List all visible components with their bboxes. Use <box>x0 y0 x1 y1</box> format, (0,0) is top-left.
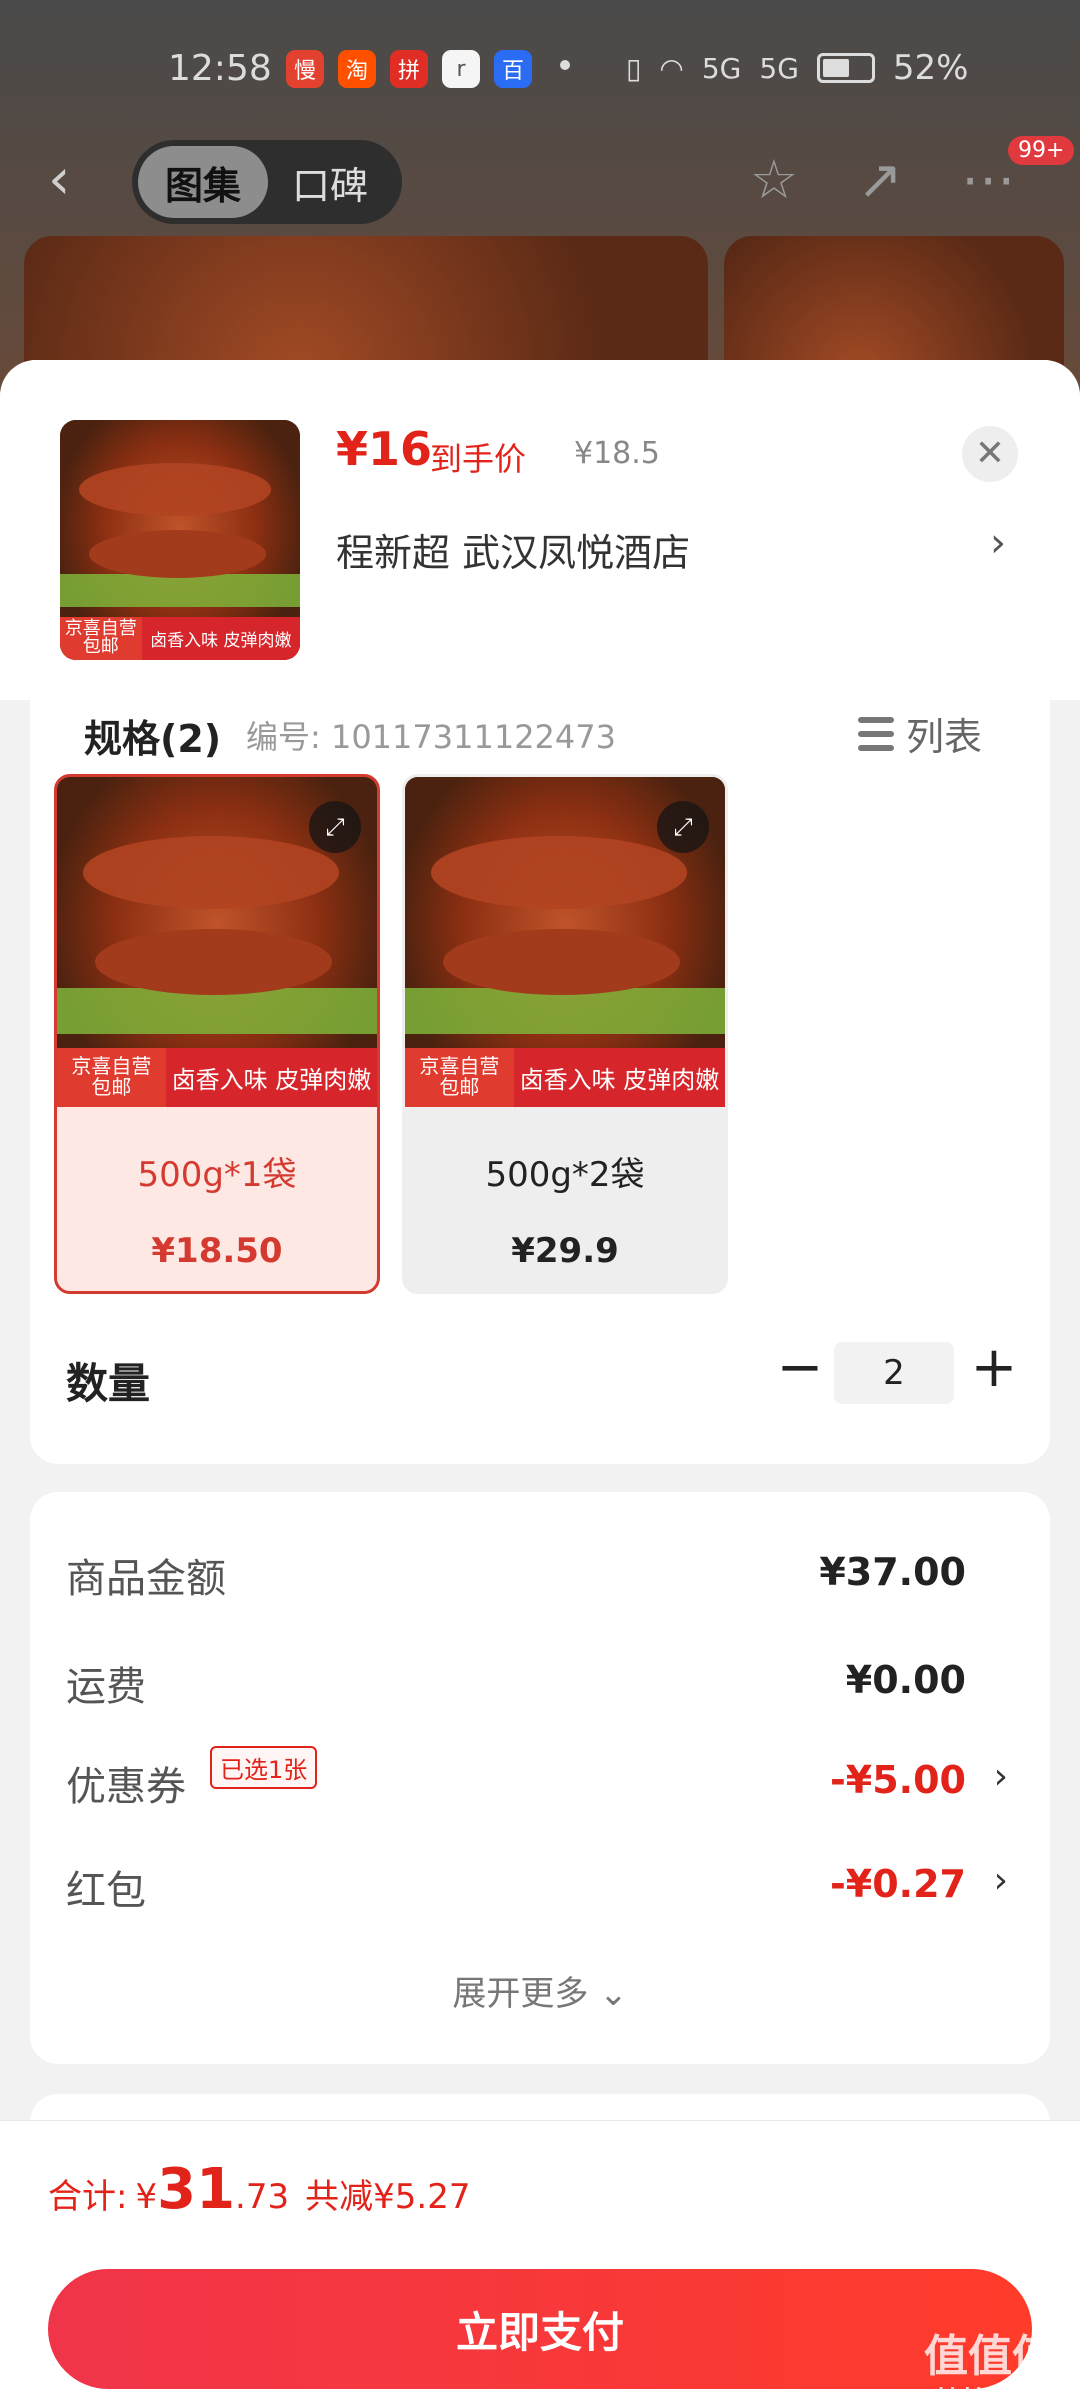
order-total: 合计: ¥ 31 .73 共减¥5.27 <box>48 2157 470 2222</box>
chevron-right-icon[interactable]: › <box>994 1860 1008 1901</box>
free-shipping-tag: 包邮 <box>82 636 119 658</box>
coupon-value[interactable]: -¥5.00 <box>830 1758 966 1802</box>
vibrate-icon: ▯ <box>626 51 642 85</box>
system-indicators: ▯ ◠ 5G 5G 52% <box>626 48 968 88</box>
spec-option-label: 500g*1袋 <box>137 1155 297 1195</box>
list-view-toggle[interactable]: 列表 <box>858 706 982 761</box>
list-view-label: 列表 <box>906 715 983 759</box>
spec-option-2[interactable]: 京喜自营 包邮 卤香入味 皮弹肉嫩 ⤢ 500g*2袋 ¥29.9 <box>402 774 728 1294</box>
signal-icon: 5G <box>701 51 742 85</box>
self-operated-tag: 京喜自营 <box>71 1054 152 1079</box>
promo-slogan: 卤香入味 皮弹肉嫩 <box>150 630 292 651</box>
list-icon <box>858 716 894 751</box>
manmanbuy-icon: 慢 <box>286 50 324 88</box>
original-price: ¥18.5 <box>574 436 660 471</box>
favorite-star-icon[interactable]: ☆ <box>742 148 806 212</box>
clock: 12:58 <box>168 48 272 89</box>
product-thumbnail[interactable]: 京喜自营 包邮 卤香入味 皮弹肉嫩 <box>60 420 300 660</box>
spec-option-image: 京喜自营 包邮 卤香入味 皮弹肉嫩 ⤢ <box>405 777 725 1107</box>
expand-image-icon[interactable]: ⤢ <box>309 801 361 853</box>
more-notifications-dot <box>560 60 570 70</box>
coupon-selected-badge: 已选1张 <box>210 1746 318 1789</box>
checkout-footer: 合计: ¥ 31 .73 共减¥5.27 立即支付 <box>0 2120 1080 2400</box>
message-badge: 99+ <box>1008 136 1075 165</box>
spec-option-image: 京喜自营 包邮 卤香入味 皮弹肉嫩 ⤢ <box>57 777 377 1107</box>
status-bar: 12:58 慢 淘 拼 r 百 ▯ ◠ 5G 5G 52% <box>0 40 1080 104</box>
total-decimal: .73 <box>235 2177 290 2217</box>
top-bar: ‹ 图集 口碑 ☆ ↗ ⋯ 99+ <box>0 136 1080 224</box>
tab-reviews[interactable]: 口碑 <box>268 146 392 218</box>
close-icon[interactable]: ✕ <box>962 426 1018 482</box>
chevron-right-icon[interactable]: › <box>994 1756 1008 1797</box>
promo-slogan: 卤香入味 皮弹肉嫩 <box>519 1065 720 1094</box>
watermark: 值值值 zhizhizhi.com <box>924 2331 1056 2400</box>
total-discount: 共减¥5.27 <box>305 2177 471 2217</box>
spec-option-1[interactable]: 京喜自营 包邮 卤香入味 皮弹肉嫩 ⤢ 500g*1袋 ¥18.50 <box>54 774 380 1294</box>
chevron-right-icon[interactable]: › <box>990 520 1006 566</box>
promo-strip: 京喜自营 包邮 卤香入味 皮弹肉嫩 <box>405 1047 725 1107</box>
spec-section: 规格(2) 编号: 10117311122473 列表 京喜自营 包邮 卤香入味… <box>30 690 1050 1464</box>
expand-image-icon[interactable]: ⤢ <box>657 801 709 853</box>
product-header: 京喜自营 包邮 卤香入味 皮弹肉嫩 ¥16 到手价 ¥18.5 ✕ 程新超 武汉… <box>0 360 1080 700</box>
red-packet-label[interactable]: 红包 <box>66 1858 146 1916</box>
subtotal-value: ¥37.00 <box>819 1550 966 1594</box>
wifi-icon: ◠ <box>659 51 684 85</box>
promo-strip: 京喜自营 包邮 卤香入味 皮弹肉嫩 <box>57 1047 377 1107</box>
quantity-input[interactable]: 2 <box>834 1342 954 1404</box>
red-packet-value[interactable]: -¥0.27 <box>830 1862 966 1906</box>
spec-title: 规格(2) <box>84 717 222 761</box>
total-integer: 31 <box>157 2157 236 2222</box>
subtotal-label: 商品金额 <box>66 1556 226 1602</box>
self-operated-tag: 京喜自营 <box>419 1054 500 1079</box>
final-price-label: 到手价 <box>430 440 527 478</box>
coupon-label[interactable]: 优惠券 <box>66 1754 186 1812</box>
free-shipping-tag: 包邮 <box>439 1075 480 1100</box>
quantity-label: 数量 <box>66 1359 151 1408</box>
total-currency: ¥ <box>135 2177 158 2217</box>
quantity-increase-button[interactable]: + <box>964 1340 1024 1400</box>
expand-more-link[interactable]: 展开更多 ⌄ <box>30 1966 1050 2015</box>
baidu-icon: 百 <box>494 50 532 88</box>
share-icon[interactable]: ↗ <box>848 148 912 212</box>
realme-icon: r <box>442 50 480 88</box>
tab-gallery[interactable]: 图集 <box>138 146 268 218</box>
promo-slogan: 卤香入味 皮弹肉嫩 <box>171 1065 372 1094</box>
signal-icon-2: 5G <box>759 51 799 85</box>
notification-icons: 慢 淘 拼 r 百 <box>286 50 532 88</box>
product-number: 编号: 10117311122473 <box>246 718 616 756</box>
shop-name[interactable]: 程新超 武汉凤悦酒店 <box>336 522 690 577</box>
spec-option-label: 500g*2袋 <box>485 1155 645 1195</box>
final-price: ¥16 <box>336 422 433 476</box>
pay-now-button[interactable]: 立即支付 <box>48 2269 1032 2389</box>
battery-percent: 52% <box>892 48 969 88</box>
shipping-value: ¥0.00 <box>845 1658 966 1702</box>
app-icon: 拼 <box>390 50 428 88</box>
cost-breakdown: 商品金额 ¥37.00 运费 ¥0.00 优惠券 已选1张 -¥5.00 › 红… <box>30 1492 1050 2064</box>
purchase-sheet: 京喜自营 包邮 卤香入味 皮弹肉嫩 ¥16 到手价 ¥18.5 ✕ 程新超 武汉… <box>0 360 1080 2400</box>
view-switch: 图集 口碑 <box>132 140 402 224</box>
total-label: 合计: <box>48 2177 128 2217</box>
spec-option-price: ¥29.9 <box>511 1231 619 1271</box>
quantity-decrease-button[interactable]: − <box>770 1340 830 1400</box>
battery-icon <box>816 53 875 83</box>
back-icon[interactable]: ‹ <box>48 150 108 210</box>
taobao-icon: 淘 <box>338 50 376 88</box>
spec-option-price: ¥18.50 <box>151 1231 283 1271</box>
promo-strip: 京喜自营 包邮 卤香入味 皮弹肉嫩 <box>60 616 300 660</box>
free-shipping-tag: 包邮 <box>91 1075 132 1100</box>
shipping-label: 运费 <box>66 1664 146 1710</box>
